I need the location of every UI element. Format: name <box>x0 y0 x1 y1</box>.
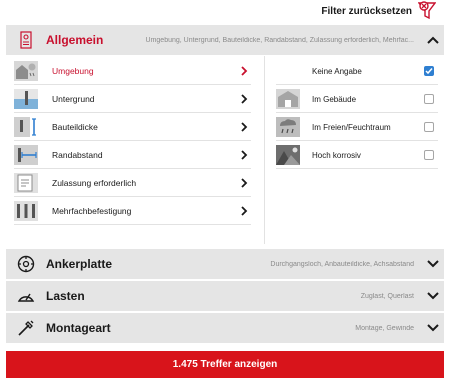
chevron-right-icon <box>237 86 251 113</box>
option-label: Keine Angabe <box>312 66 362 76</box>
chevron-right-icon <box>237 142 251 169</box>
criteria-item-randabstand[interactable]: Randabstand <box>14 142 251 169</box>
option-label: Hoch korrosiv <box>312 150 361 160</box>
option-im-freien[interactable]: Im Freien/Feuchtraum <box>276 114 438 141</box>
filter-reset-icon <box>418 1 436 20</box>
criteria-item-zulassung[interactable]: Zulassung erforderlich <box>14 170 251 197</box>
section-header-montageart[interactable]: Montageart Montage, Gewinde <box>6 313 444 343</box>
criteria-item-bauteildicke[interactable]: Bauteildicke <box>14 114 251 141</box>
approval-required-icon <box>14 173 38 193</box>
document-certificate-icon <box>6 25 46 55</box>
outdoor-wet-icon <box>276 117 300 137</box>
mounting-tool-icon <box>6 313 46 343</box>
section-title: Ankerplatte <box>46 257 113 271</box>
chevron-right-icon <box>237 170 251 197</box>
option-checkbox[interactable] <box>424 122 434 132</box>
anchor-plate-icon <box>6 249 46 279</box>
top-toolbar: Filter zurücksetzen <box>0 0 450 22</box>
multiple-fastening-icon <box>14 201 38 221</box>
section-title: Allgemein <box>46 33 104 47</box>
section-title: Lasten <box>46 289 85 303</box>
option-keine-angabe[interactable]: Keine Angabe <box>276 58 438 85</box>
component-thickness-icon <box>14 117 38 137</box>
criteria-label: Mehrfachbefestigung <box>52 206 132 216</box>
corrosive-icon <box>276 145 300 165</box>
section-summary: Montage, Gewinde <box>355 324 414 332</box>
edge-distance-icon <box>14 145 38 165</box>
criteria-label: Bauteildicke <box>52 122 98 132</box>
option-icon-placeholder <box>276 61 300 81</box>
chevron-down-icon <box>422 281 444 311</box>
chevron-down-icon <box>422 249 444 279</box>
option-checkbox[interactable] <box>424 94 434 104</box>
load-gauge-icon <box>6 281 46 311</box>
criteria-label: Zulassung erforderlich <box>52 178 137 188</box>
criteria-item-untergrund[interactable]: Untergrund <box>14 86 251 113</box>
indoor-icon <box>276 89 300 109</box>
section-header-lasten[interactable]: Lasten Zuglast, Querlast <box>6 281 444 311</box>
chevron-right-icon <box>237 198 251 225</box>
section-header-allgemein[interactable]: Allgemein Umgebung, Untergrund, Bauteild… <box>6 25 444 55</box>
criteria-label: Randabstand <box>52 150 103 160</box>
criteria-label: Untergrund <box>52 94 95 104</box>
chevron-up-icon <box>422 25 444 55</box>
option-label: Im Freien/Feuchtraum <box>312 122 391 132</box>
filter-reset-label: Filter zurücksetzen <box>321 5 412 17</box>
option-label: Im Gebäude <box>312 94 357 104</box>
option-im-gebaeude[interactable]: Im Gebäude <box>276 86 438 113</box>
section-title: Montageart <box>46 321 111 335</box>
column-divider <box>264 56 265 244</box>
section-header-ankerplatte[interactable]: Ankerplatte Durchgangsloch, Anbauteildic… <box>6 249 444 279</box>
option-checkbox[interactable] <box>424 66 434 76</box>
chevron-right-icon <box>237 58 251 85</box>
environment-icon <box>14 61 38 81</box>
criteria-item-mehrfachbefestigung[interactable]: Mehrfachbefestigung <box>14 198 251 225</box>
criteria-label: Umgebung <box>52 66 94 76</box>
chevron-down-icon <box>422 313 444 343</box>
option-checkbox[interactable] <box>424 150 434 160</box>
show-results-button[interactable]: 1.475 Treffer anzeigen <box>6 351 444 378</box>
section-summary: Umgebung, Untergrund, Bauteildicke, Rand… <box>145 36 414 44</box>
section-summary: Zuglast, Querlast <box>360 292 414 300</box>
filter-reset-button[interactable]: Filter zurücksetzen <box>321 1 436 21</box>
option-hoch-korrosiv[interactable]: Hoch korrosiv <box>276 142 438 169</box>
chevron-right-icon <box>237 114 251 141</box>
section-summary: Durchgangsloch, Anbauteildicke, Achsabst… <box>270 260 414 268</box>
substrate-icon <box>14 89 38 109</box>
criteria-item-umgebung[interactable]: Umgebung <box>14 58 251 85</box>
